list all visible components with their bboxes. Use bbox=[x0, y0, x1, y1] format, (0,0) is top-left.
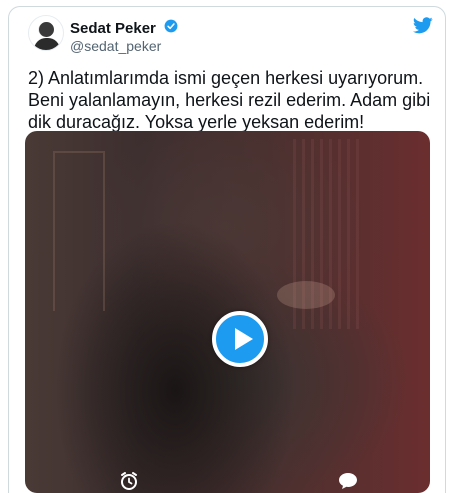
author-handle[interactable]: @sedat_peker bbox=[70, 38, 161, 54]
author-name[interactable]: Sedat Peker bbox=[70, 20, 156, 37]
author-avatar[interactable] bbox=[28, 15, 64, 51]
tweet-card: Sedat Peker @sedat_peker 2) Anlatımlarım… bbox=[8, 6, 446, 493]
tweet-header: Sedat Peker @sedat_peker bbox=[9, 7, 445, 61]
play-icon bbox=[235, 328, 253, 350]
tweet-text: 2) Anlatımlarımda ismi geçen herkesi uya… bbox=[28, 68, 431, 132]
play-button[interactable] bbox=[212, 311, 268, 367]
clock-icon bbox=[121, 472, 137, 490]
video-background-light bbox=[277, 281, 335, 309]
verified-badge-icon bbox=[164, 19, 178, 33]
tweet-video[interactable] bbox=[25, 131, 430, 493]
speech-bubble-icon bbox=[339, 473, 357, 489]
video-background-frame bbox=[53, 151, 105, 311]
twitter-bird-icon[interactable] bbox=[413, 17, 433, 34]
